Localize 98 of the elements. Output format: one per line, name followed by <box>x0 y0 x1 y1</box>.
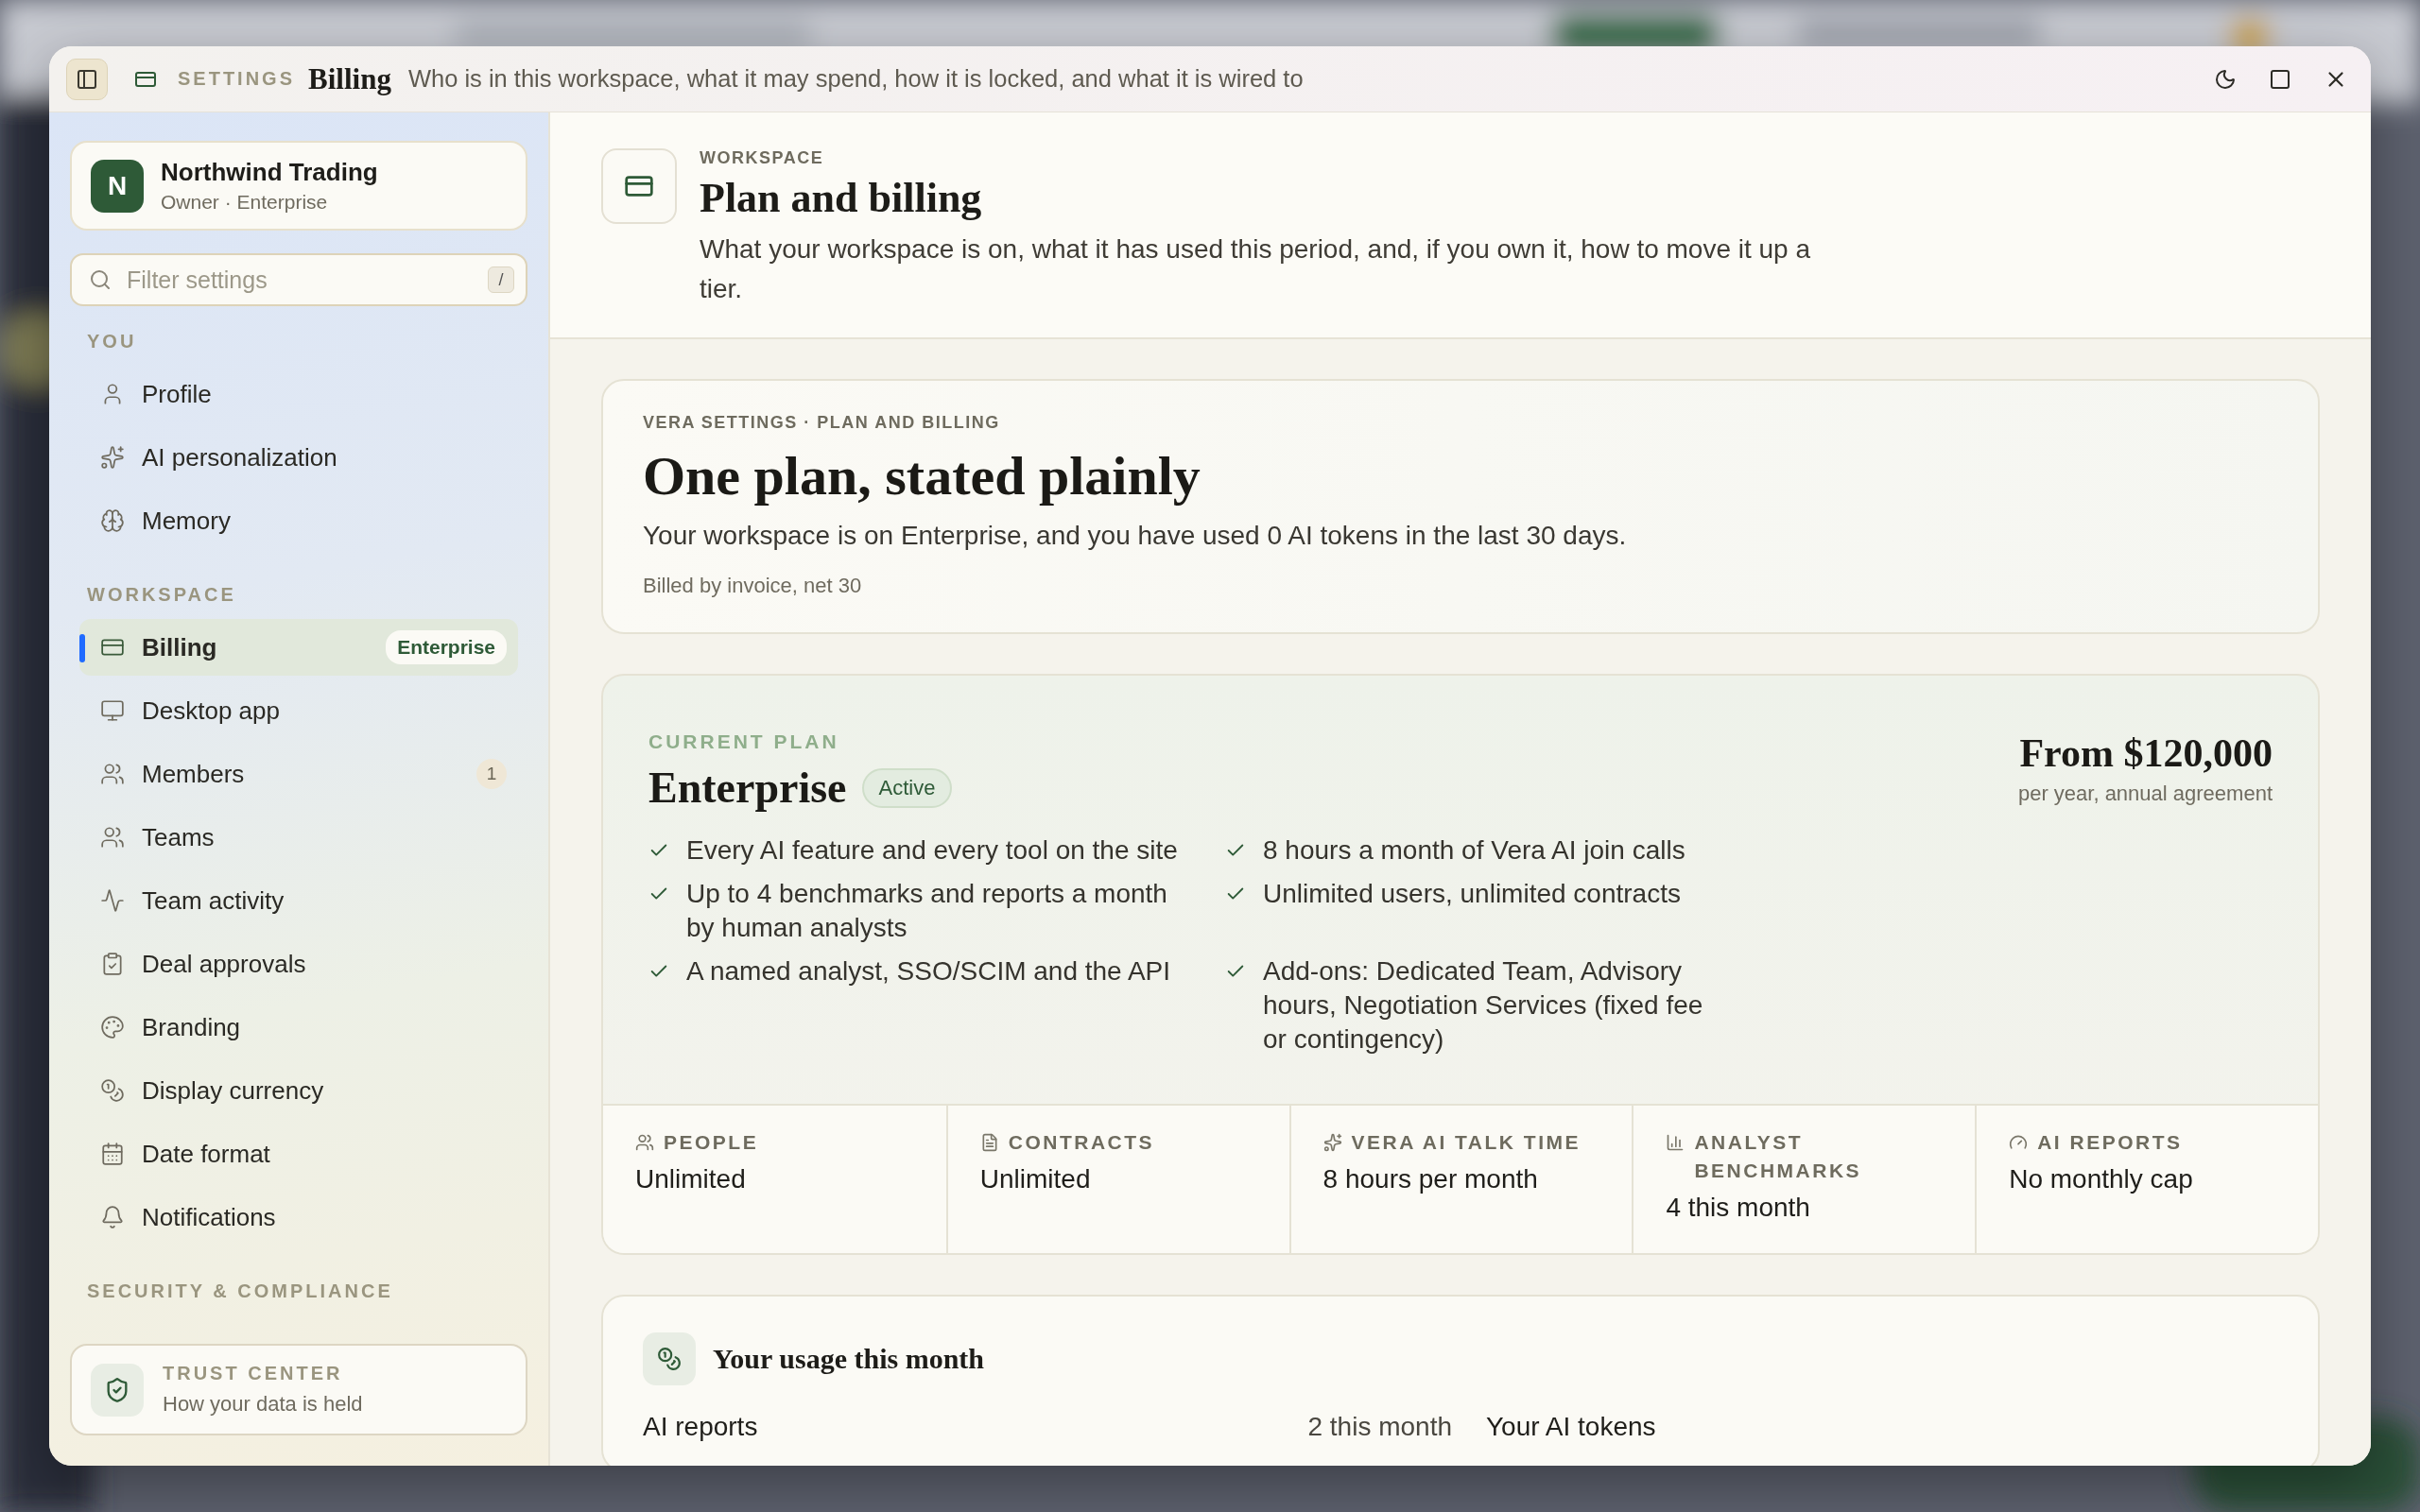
account-card[interactable]: N Northwind Trading Owner · Enterprise <box>70 141 527 231</box>
stat-label: AI REPORTS <box>2037 1130 2183 1155</box>
sidebar-item[interactable]: Teams <box>79 809 518 866</box>
stat-label: PEOPLE <box>664 1130 759 1155</box>
item-label: Team activity <box>142 885 285 916</box>
pulse-icon <box>100 888 125 913</box>
people-icon <box>100 825 125 850</box>
stat-label: CONTRACTS <box>1008 1130 1155 1155</box>
sidebar-item[interactable]: Profile <box>79 366 518 422</box>
sidebar-toggle-button[interactable] <box>66 58 108 100</box>
account-role: Owner · Enterprise <box>161 191 329 214</box>
active-indicator <box>79 634 85 662</box>
people-icon <box>635 1133 654 1152</box>
maximize-icon <box>2269 67 2291 91</box>
shortcut-key: / <box>488 266 514 293</box>
usage-value: 2 this month <box>1307 1412 1452 1442</box>
stat-value: 4 this month <box>1666 1193 1811 1223</box>
sidebar-item[interactable]: Members 1 <box>79 746 518 802</box>
window-subtitle: Who is in this workspace, what it may spend, how it is locked, and what it is wired to <box>407 65 1304 93</box>
item-label: Notifications <box>142 1202 276 1232</box>
price-note: per year, annual agreement <box>2017 782 2273 806</box>
item-label: Desktop app <box>142 696 280 726</box>
gauge-icon <box>2009 1133 2029 1152</box>
sidebar-item[interactable]: Desktop app <box>79 682 518 739</box>
sidebar-item[interactable]: Deal approvals <box>79 936 518 992</box>
search-icon <box>89 268 112 291</box>
trust-center-card[interactable]: TRUST CENTER How your data is held <box>70 1344 527 1435</box>
item-label: Deal approvals <box>142 949 306 979</box>
account-avatar: N <box>91 159 144 213</box>
plan-name: Enterprise <box>648 763 847 813</box>
bar-chart-icon <box>1666 1133 1685 1152</box>
group-label: YOU <box>87 331 138 352</box>
coins-icon <box>100 1078 125 1103</box>
stat-label: VERA AI TALK TIME <box>1351 1130 1581 1155</box>
summary-title: One plan, stated plainly <box>643 444 1201 507</box>
stat-value: No monthly cap <box>2009 1164 2194 1194</box>
trust-text: How your data is held <box>163 1392 363 1417</box>
plan-price: From $120,000 <box>2018 730 2273 776</box>
item-label: Teams <box>142 822 215 852</box>
item-label: Branding <box>142 1012 241 1042</box>
sparkle-icon <box>100 445 125 470</box>
sidebar-item[interactable]: Display currency <box>79 1062 518 1119</box>
billing-note: Billed by invoice, net 30 <box>643 574 863 598</box>
sidebar-item[interactable]: Memory <box>79 492 518 549</box>
calendar-icon <box>100 1142 125 1166</box>
summary-eyebrow: VERA SETTINGS · PLAN AND BILLING <box>643 413 1001 433</box>
feature-text: 8 hours a month of Vera AI join calls <box>1263 834 1686 867</box>
monitor-icon <box>100 698 125 723</box>
plan-badge: Enterprise <box>386 630 507 664</box>
usage-title: Your usage this month <box>713 1343 984 1375</box>
feature-text: Unlimited users, unlimited contracts <box>1263 878 1682 910</box>
stat-value: Unlimited <box>635 1164 747 1194</box>
trust-label: TRUST CENTER <box>163 1363 344 1384</box>
sidebar-item[interactable]: Date format <box>79 1125 518 1182</box>
brain-icon <box>100 508 125 533</box>
section-label: SETTINGS <box>178 68 295 90</box>
coins-icon <box>657 1347 682 1371</box>
search-field[interactable]: Filter settings <box>125 265 475 295</box>
sidebar-item[interactable]: Branding <box>79 999 518 1056</box>
sidebar-icon <box>76 67 98 91</box>
feature-text: Add-ons: Dedicated Team, Advisory hours, Negotiation Services (fixed fee or contingency) <box>1263 955 1704 1056</box>
moon-icon <box>2214 67 2237 91</box>
sidebar-item[interactable]: AI personalization <box>79 429 518 486</box>
item-label: Members <box>142 759 245 789</box>
item-label: Memory <box>142 506 231 536</box>
bell-icon <box>100 1205 125 1229</box>
sidebar-item[interactable]: Billing Enterprise <box>79 619 518 676</box>
palette-icon <box>100 1015 125 1040</box>
usage-label: Your AI tokens <box>1486 1412 1656 1442</box>
group-label: SECURITY & COMPLIANCE <box>87 1280 394 1302</box>
feature-text: A named analyst, SSO/SCIM and the API <box>686 955 1172 988</box>
search-box[interactable]: Filter settings / <box>70 253 527 306</box>
page-description: What your workspace is on, what it has used this period, and, if you own it, how to move it up a tier. <box>700 233 1812 305</box>
usage-label: AI reports <box>643 1412 758 1442</box>
header-eyebrow: WORKSPACE <box>700 148 825 168</box>
feature-text: Up to 4 benchmarks and reports a month by human analysts <box>686 878 1168 944</box>
item-label: AI personalization <box>142 442 337 472</box>
stat-value: Unlimited <box>979 1164 1092 1194</box>
item-label: Profile <box>142 379 212 409</box>
group-label: WORKSPACE <box>87 584 237 606</box>
people-icon <box>100 762 125 786</box>
count-badge: 1 <box>476 759 507 789</box>
page-title: Plan and billing <box>700 174 983 222</box>
item-label: Display currency <box>142 1075 324 1106</box>
plan-eyebrow: CURRENT PLAN <box>648 730 840 753</box>
account-name: Northwind Trading <box>161 158 378 187</box>
status-badge: Active <box>861 767 953 808</box>
item-label: Date format <box>142 1139 270 1169</box>
sidebar-item[interactable]: Notifications <box>79 1189 518 1246</box>
stat-value: 8 hours per month <box>1322 1164 1539 1194</box>
window-title: Billing <box>308 61 391 96</box>
summary-text: Your workspace is on Enterprise, and you have used 0 AI tokens in the last 30 days. <box>643 521 1628 551</box>
feature-text: Every AI feature and every tool on the site <box>686 834 1179 867</box>
sidebar-item[interactable]: Team activity <box>79 872 518 929</box>
sparkle-icon <box>1322 1133 1342 1152</box>
item-label: Billing <box>142 632 217 662</box>
clipboard-check-icon <box>100 952 125 976</box>
stat-label: ANALYST BENCHMARKS <box>1694 1130 1863 1183</box>
